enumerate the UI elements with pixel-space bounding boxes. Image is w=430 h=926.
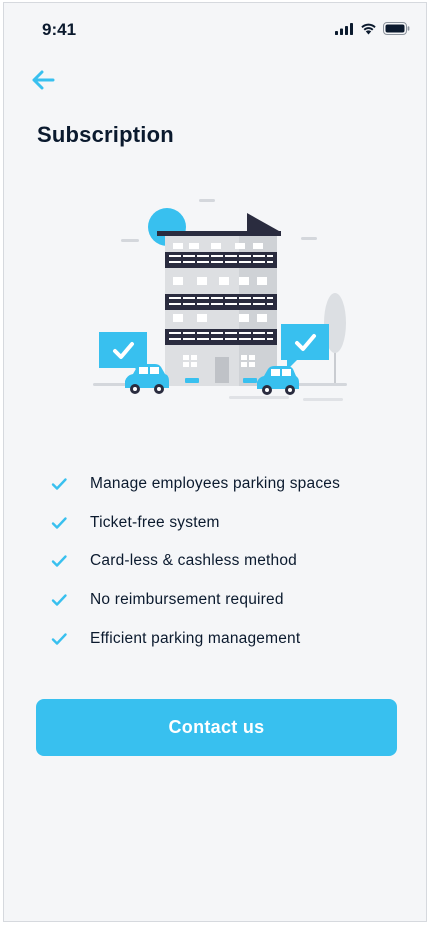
- signal-icon: [335, 22, 353, 35]
- feature-label: Manage employees parking spaces: [90, 475, 341, 493]
- back-button[interactable]: [26, 63, 60, 97]
- contact-us-button[interactable]: Contact us: [36, 699, 397, 756]
- list-item: No reimbursement required: [50, 581, 410, 620]
- feature-list: Manage employees parking spaces Ticket-f…: [50, 465, 410, 658]
- feature-label: No reimbursement required: [90, 591, 284, 609]
- office-building-parking-illustration: [93, 199, 347, 401]
- check-icon: [51, 594, 67, 606]
- wifi-icon: [361, 23, 376, 35]
- status-time: 9:41: [42, 20, 77, 39]
- check-icon: [51, 478, 67, 490]
- feature-label: Ticket-free system: [90, 513, 220, 531]
- feature-label: Efficient parking management: [90, 629, 301, 647]
- check-icon: [51, 632, 67, 645]
- feature-label: Card-less & cashless method: [90, 552, 297, 570]
- battery-icon: [383, 22, 410, 35]
- check-icon: [51, 517, 67, 529]
- arrow-left-icon: [32, 70, 55, 90]
- list-item: Ticket-free system: [50, 504, 410, 543]
- check-icon: [51, 555, 67, 568]
- status-icons: [335, 22, 410, 35]
- phone-screen: 9:41 Subscription Manage employees parki…: [3, 2, 427, 922]
- list-item: Manage employees parking spaces: [50, 465, 410, 504]
- list-item: Efficient parking management: [50, 619, 410, 658]
- list-item: Card-less & cashless method: [50, 542, 410, 581]
- page-title: Subscription: [37, 122, 174, 147]
- status-bar: 9:41: [4, 3, 426, 53]
